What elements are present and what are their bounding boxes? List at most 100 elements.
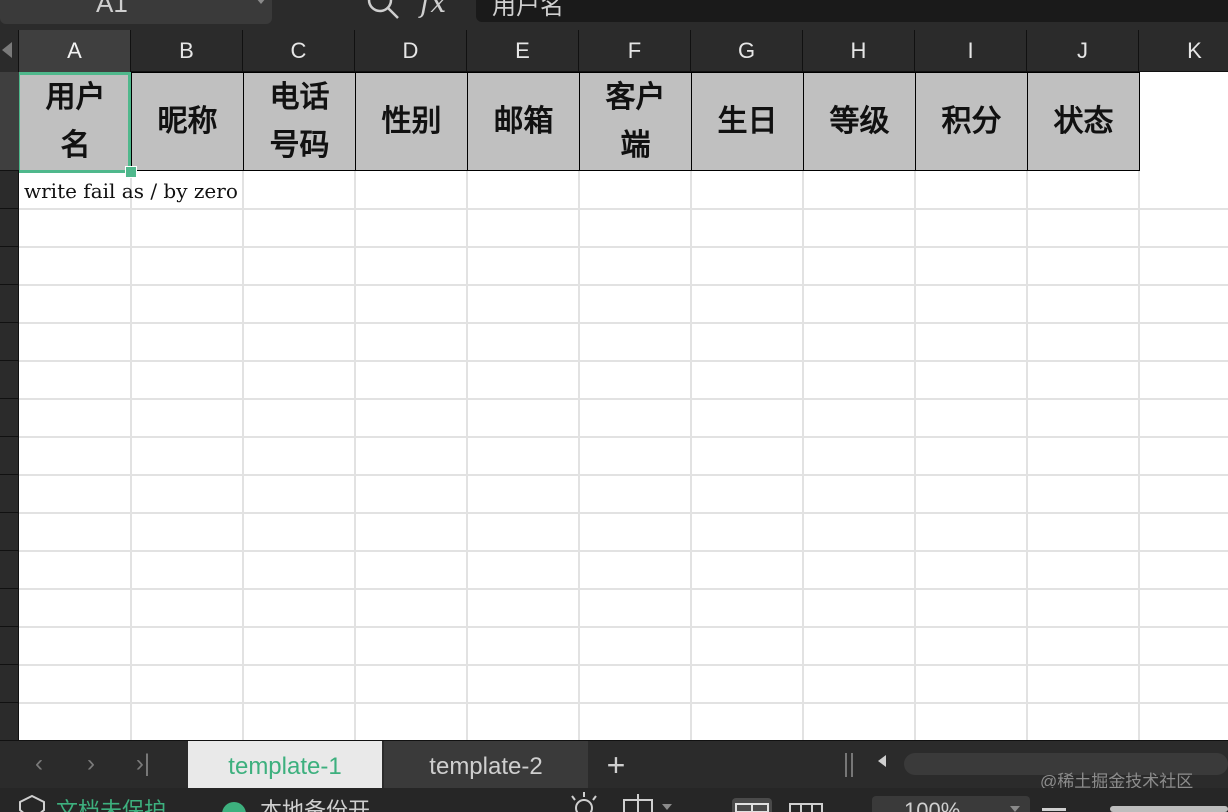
header-cell-label: 性别 xyxy=(381,103,442,139)
row-header-13[interactable] xyxy=(0,589,19,627)
header-cell-h[interactable]: 等级 xyxy=(803,72,916,171)
chevron-down-icon[interactable] xyxy=(256,0,266,4)
row-header-4[interactable] xyxy=(0,247,19,285)
page-layout-view-icon[interactable] xyxy=(786,798,826,812)
status-bar: 文档未保护 本地备份开 100% xyxy=(0,788,1228,812)
cell-a2-text: write fail as / by zero xyxy=(24,179,238,203)
header-cell-d[interactable]: 性别 xyxy=(355,72,468,171)
sheet-tabs-bar: ‹ › ›| template-1 template-2 + @稀土掘金技术社区 xyxy=(0,740,1228,791)
zoom-out-button[interactable] xyxy=(1042,808,1066,811)
column-header-h[interactable]: H xyxy=(803,30,915,72)
tab-template-1[interactable]: template-1 xyxy=(188,741,382,789)
column-header-b[interactable]: B xyxy=(131,30,243,72)
triangle-icon xyxy=(2,42,12,58)
formula-input-value: 用户名 xyxy=(492,0,564,20)
header-cell-label: 用户名 xyxy=(45,79,106,163)
grid-row-line xyxy=(19,436,1228,438)
header-cell-b[interactable]: 昵称 xyxy=(131,72,244,171)
fill-handle[interactable] xyxy=(125,166,137,178)
row-header-8[interactable] xyxy=(0,399,19,437)
grid-row-line xyxy=(19,208,1228,210)
eye-icon[interactable] xyxy=(566,792,602,812)
grid-row-line xyxy=(19,626,1228,628)
row-header-14[interactable] xyxy=(0,627,19,665)
grid-row-line xyxy=(19,550,1228,552)
header-cell-label: 电话 号码 xyxy=(269,79,330,163)
grid-row-line xyxy=(19,588,1228,590)
header-cell-j[interactable]: 状态 xyxy=(1027,72,1140,171)
header-cell-g[interactable]: 生日 xyxy=(691,72,804,171)
grid-row-line xyxy=(19,246,1228,248)
grid-row-line xyxy=(19,474,1228,476)
row-header-2[interactable] xyxy=(0,171,19,209)
row-header-10[interactable] xyxy=(0,475,19,513)
grid-column-line xyxy=(578,72,580,740)
formula-input[interactable] xyxy=(476,0,1228,22)
column-header-i[interactable]: I xyxy=(915,30,1027,72)
header-cell-label: 昵称 xyxy=(157,103,218,139)
grid-column-line xyxy=(914,72,916,740)
search-icon[interactable] xyxy=(366,0,400,20)
formula-bar: A1 fx 用户名 xyxy=(0,0,1228,30)
next-sheet-button[interactable]: › xyxy=(76,749,106,779)
previous-sheet-button[interactable]: ‹ xyxy=(24,749,54,779)
row-header-12[interactable] xyxy=(0,551,19,589)
row-header-5[interactable] xyxy=(0,285,19,323)
column-header-e[interactable]: E xyxy=(467,30,579,72)
normal-view-icon[interactable] xyxy=(732,798,772,812)
header-cell-i[interactable]: 积分 xyxy=(915,72,1028,171)
name-box[interactable] xyxy=(0,0,272,24)
name-box-value: A1 xyxy=(96,0,128,18)
header-cell-a[interactable]: 用户名 xyxy=(19,72,132,171)
grid-row-line xyxy=(19,322,1228,324)
grid-column-line xyxy=(690,72,692,740)
grid-column-line xyxy=(242,72,244,740)
header-cell-f[interactable]: 客户端 xyxy=(579,72,692,171)
protect-status[interactable]: 文档未保护 xyxy=(56,796,166,812)
row-header-11[interactable] xyxy=(0,513,19,551)
chevron-down-icon[interactable] xyxy=(1010,806,1020,812)
spreadsheet-grid[interactable]: 用户名 昵称 电话 号码 性别 邮箱 客户端 生日 等级 积分 状态 write fail as /… xyxy=(19,72,1228,740)
grid-row-line xyxy=(19,664,1228,666)
column-header-f[interactable]: F xyxy=(579,30,691,72)
header-cell-e[interactable]: 邮箱 xyxy=(467,72,580,171)
column-header-c[interactable]: C xyxy=(243,30,355,72)
grid-column-line xyxy=(466,72,468,740)
grid-row-line xyxy=(19,702,1228,704)
tab-template-2[interactable]: template-2 xyxy=(384,741,588,789)
row-header-6[interactable] xyxy=(0,323,19,361)
column-header-k[interactable]: K xyxy=(1139,30,1228,72)
header-cell-c[interactable]: 电话 号码 xyxy=(243,72,356,171)
column-header-a[interactable]: A xyxy=(19,30,131,72)
row-header-1[interactable] xyxy=(0,72,19,171)
scroll-left-icon[interactable] xyxy=(878,755,886,767)
last-sheet-button[interactable]: ›| xyxy=(128,749,158,779)
split-handle-icon[interactable] xyxy=(845,753,853,777)
row-header-3[interactable] xyxy=(0,209,19,247)
select-all-corner[interactable] xyxy=(0,30,19,72)
grid-column-line xyxy=(354,72,356,740)
row-header-15[interactable] xyxy=(0,665,19,703)
column-header-row: ABCDEFGHIJK xyxy=(0,30,1228,72)
backup-status-icon xyxy=(222,802,246,812)
header-cell-label: 状态 xyxy=(1053,103,1114,139)
header-cell-label: 客户端 xyxy=(605,79,666,163)
backup-status[interactable]: 本地备份开 xyxy=(260,796,370,812)
zoom-slider[interactable] xyxy=(1110,806,1228,812)
column-header-g[interactable]: G xyxy=(691,30,803,72)
header-cell-label: 邮箱 xyxy=(493,103,554,139)
column-header-d[interactable]: D xyxy=(355,30,467,72)
row-header-7[interactable] xyxy=(0,361,19,399)
row-header-column xyxy=(0,72,19,741)
grid-row-line xyxy=(19,360,1228,362)
grid-column-line xyxy=(802,72,804,740)
zoom-level: 100% xyxy=(904,798,961,812)
row-header-9[interactable] xyxy=(0,437,19,475)
row-header-16[interactable] xyxy=(0,703,19,741)
fx-button[interactable]: fx xyxy=(420,0,446,19)
input-method-icon[interactable] xyxy=(622,792,674,812)
column-header-j[interactable]: J xyxy=(1027,30,1139,72)
shield-icon xyxy=(19,794,45,812)
add-sheet-button[interactable]: + xyxy=(600,747,632,783)
grid-row-line xyxy=(19,512,1228,514)
